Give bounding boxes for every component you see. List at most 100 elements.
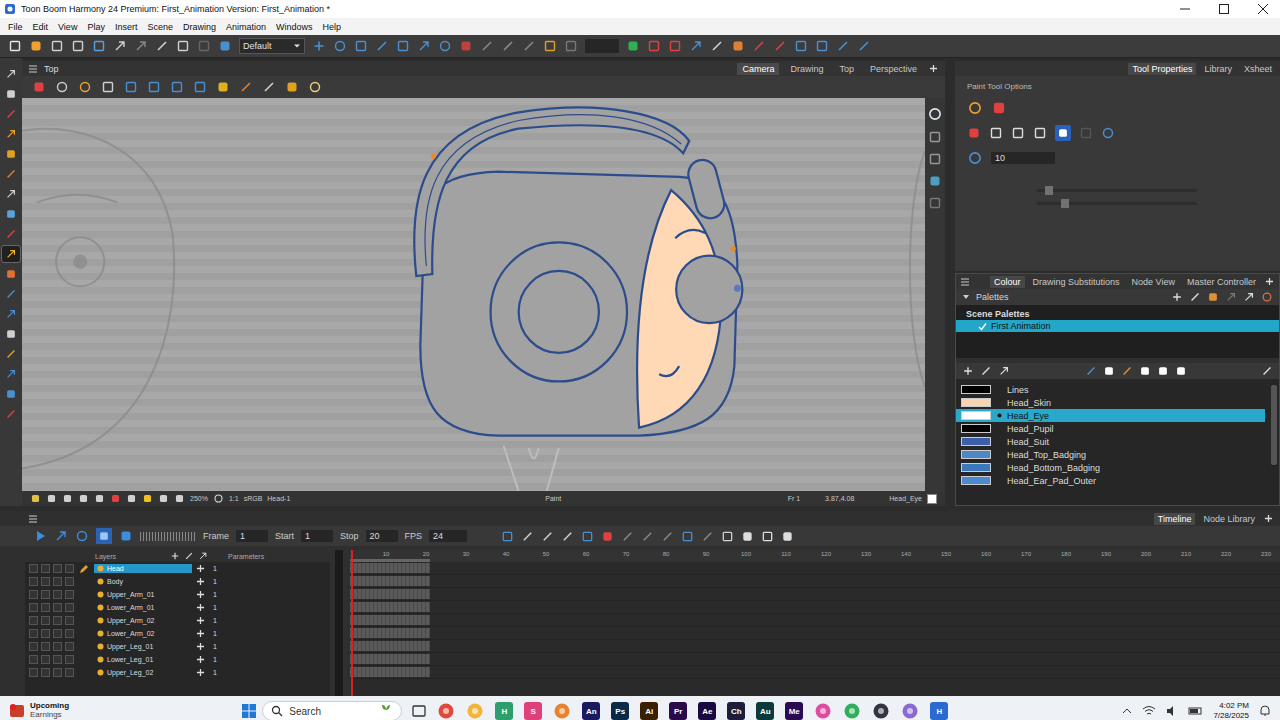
swatch-mode-icon[interactable] (1175, 365, 1187, 377)
view-tool-icon[interactable] (147, 80, 161, 94)
panel-tab[interactable]: Drawing Substitutions (1029, 276, 1124, 288)
view-tab[interactable]: Top (834, 63, 859, 75)
sound-icon[interactable] (98, 530, 110, 542)
expand-layer-icon[interactable] (195, 628, 206, 639)
tool-button[interactable] (2, 86, 20, 102)
toolbar-icon[interactable] (564, 39, 578, 53)
tool-icon[interactable] (5, 188, 17, 200)
paint-mode-button[interactable] (1055, 125, 1071, 141)
layer-row[interactable]: Upper_Leg_02 1 (25, 666, 330, 679)
toolbar-icon[interactable] (438, 39, 452, 53)
paint-mode-icon[interactable] (1101, 126, 1115, 140)
rotate-icon[interactable] (927, 106, 943, 122)
toolbar-icon[interactable] (312, 39, 326, 53)
lock-toggle[interactable] (53, 590, 62, 599)
picker-icon[interactable] (1085, 365, 1097, 377)
colour-toggle[interactable] (65, 603, 74, 612)
toolbar-icon[interactable] (773, 39, 787, 53)
workspace-select[interactable]: Default (239, 38, 305, 54)
solo-toggle[interactable] (41, 642, 50, 651)
timeline-tool-icon[interactable] (521, 530, 534, 543)
layer-row[interactable]: Lower_Arm_02 1 (25, 627, 330, 640)
paint-mode-icon[interactable] (967, 126, 981, 140)
status-icon[interactable] (158, 493, 169, 504)
status-icon[interactable] (94, 493, 105, 504)
remove-palette-icon[interactable] (1189, 291, 1201, 303)
layer-icon[interactable] (928, 196, 942, 210)
exposure-cells[interactable] (350, 589, 430, 599)
scrollbar[interactable] (1271, 385, 1277, 465)
tool-button[interactable] (2, 146, 20, 162)
timeline-tool-icon[interactable] (781, 530, 794, 543)
toolbar-icon[interactable] (218, 39, 232, 53)
windows-start-icon[interactable] (241, 703, 257, 719)
lock-toggle[interactable] (53, 577, 62, 586)
solo-toggle[interactable] (41, 577, 50, 586)
layer-row[interactable]: Upper_Arm_01 1 (25, 588, 330, 601)
play-icon[interactable] (33, 529, 47, 543)
visibility-toggle[interactable] (29, 668, 38, 677)
stop-field[interactable]: 20 (366, 530, 398, 542)
menu-item[interactable]: Edit (28, 22, 54, 32)
visibility-toggle[interactable] (29, 564, 38, 573)
tool-icon[interactable] (5, 168, 17, 180)
timeline-tool-icon[interactable] (681, 530, 694, 543)
status-icon[interactable] (126, 493, 137, 504)
layer-row[interactable]: Upper_Arm_02 1 (25, 614, 330, 627)
tool-icon[interactable] (5, 108, 17, 120)
toolbar-icon[interactable] (396, 39, 410, 53)
toolbar-icon[interactable] (857, 39, 871, 53)
visibility-toggle[interactable] (29, 655, 38, 664)
toolbar-icon[interactable] (417, 39, 431, 53)
loop-icon[interactable] (54, 529, 68, 543)
layer-tool-icon[interactable] (198, 551, 208, 561)
solo-toggle[interactable] (41, 564, 50, 573)
panel-tab[interactable]: Colour (990, 276, 1025, 288)
visibility-toggle[interactable] (29, 590, 38, 599)
add-palette-icon[interactable] (1171, 291, 1183, 303)
widgets-button[interactable]: Upcoming Earnings (8, 702, 69, 720)
toolbar-icon[interactable] (480, 39, 494, 53)
exposure-cells[interactable] (350, 615, 430, 625)
battery-icon[interactable] (1188, 704, 1204, 718)
toolbar-icon[interactable] (375, 39, 389, 53)
sound-button[interactable] (96, 528, 112, 544)
remove-colour-icon[interactable] (980, 365, 992, 377)
expand-layer-icon[interactable] (195, 602, 206, 613)
layer-icon[interactable] (928, 130, 942, 144)
tool-button[interactable] (2, 266, 20, 282)
visibility-toggle[interactable] (29, 616, 38, 625)
timeline-tool-icon[interactable] (701, 530, 714, 543)
download-icon[interactable] (1243, 291, 1255, 303)
panel-tab[interactable]: Node Library (1199, 513, 1259, 525)
volume-icon[interactable] (1165, 704, 1179, 718)
timeline-tool-icon[interactable] (561, 530, 574, 543)
solo-toggle[interactable] (41, 590, 50, 599)
colour-toggle[interactable] (65, 590, 74, 599)
colour-swatch-row[interactable]: Head_Eye (956, 409, 1265, 422)
tool-icon[interactable] (5, 348, 17, 360)
taskbar-app[interactable]: Ps (610, 701, 630, 720)
expand-layer-icon[interactable] (195, 563, 206, 574)
exposure-cells[interactable] (350, 654, 430, 664)
timeline-tool-icon[interactable] (661, 530, 674, 543)
paint-mode-icon[interactable] (1033, 126, 1047, 140)
lock-toggle[interactable] (53, 668, 62, 677)
expand-layer-icon[interactable] (195, 576, 206, 587)
view-tool-icon[interactable] (124, 80, 138, 94)
tool-button[interactable] (2, 126, 20, 142)
task-view-icon[interactable] (411, 703, 427, 719)
toolbar-icon[interactable] (668, 39, 682, 53)
taskbar-app[interactable] (552, 701, 572, 720)
swatch-mode-icon[interactable] (1103, 365, 1115, 377)
tool-button[interactable] (2, 246, 20, 262)
tool-button[interactable] (2, 306, 20, 322)
colour-toggle[interactable] (65, 629, 74, 638)
paint-bucket-icon[interactable] (991, 100, 1007, 116)
status-icon[interactable] (110, 493, 121, 504)
panel-tab[interactable]: Timeline (1154, 513, 1196, 525)
toolbar-icon[interactable] (71, 39, 85, 53)
toolbar-icon[interactable] (29, 39, 43, 53)
taskbar-app[interactable]: Pr (668, 701, 688, 720)
toolbar-icon[interactable] (752, 39, 766, 53)
